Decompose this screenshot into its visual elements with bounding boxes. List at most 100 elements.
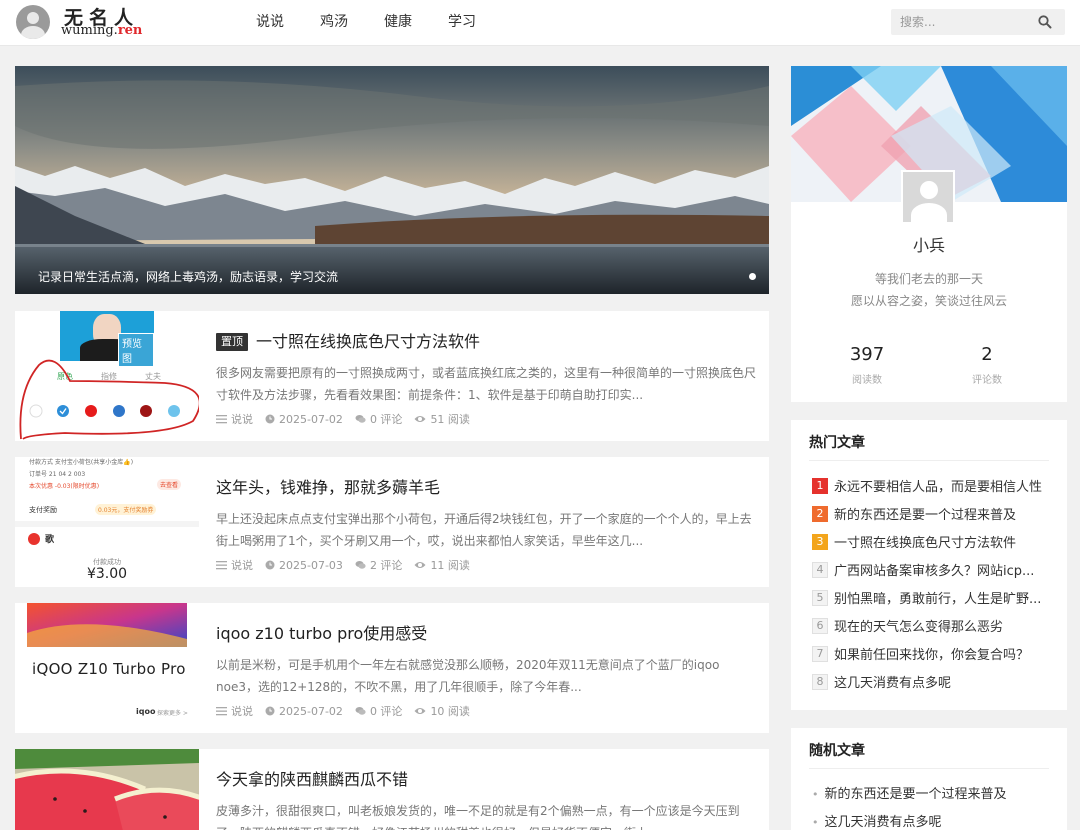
- reward-tag: 0.03元，支付奖励券: [95, 504, 157, 515]
- banner-slider[interactable]: 记录日常生活点滴，网络上毒鸡汤，励志语录，学习交流: [15, 66, 769, 294]
- payment-line: 订单号 21 04 2 003: [29, 471, 86, 478]
- search-box: [891, 9, 1065, 35]
- payment-success: 歌 付款成功 ¥3.00: [15, 527, 199, 587]
- stat-comments-number: 2: [981, 344, 993, 365]
- list-icon: [216, 707, 227, 716]
- search-input[interactable]: [891, 9, 1031, 35]
- view-tag: 去查看: [157, 479, 182, 490]
- hot-article-text: 广西网站备案审核多久？网站icp...: [834, 564, 1035, 579]
- hot-rank-badge: 5: [812, 589, 828, 606]
- clock-icon: [265, 414, 275, 424]
- article-card: 预览图 原色 指修 丈夫 置顶 一寸照在线换底色尺寸方法软件 很多网友需要把原有的…: [15, 311, 769, 441]
- hot-article-item[interactable]: 8 这几天消费有点多呢: [812, 672, 1052, 691]
- article-meta: 说说 2025-07-02 0 评论 10 阅读: [216, 703, 482, 719]
- banner-caption[interactable]: 记录日常生活点滴，网络上毒鸡汤，励志语录，学习交流: [38, 268, 338, 285]
- phone-banner-image: [27, 603, 187, 647]
- profile-card: 小兵 等我们老去的那一天 愿以从容之姿，笑谈过往风云 397 阅读数 2 评论数: [791, 66, 1067, 402]
- hot-article-item[interactable]: 6 现在的天气怎么变得那么恶劣: [812, 616, 1052, 635]
- article-excerpt: 皮薄多汁，很甜很爽口，叫老板娘发货的，唯一不足的就是有2个偏熟一点，有一个应该是…: [216, 804, 740, 830]
- hot-article-item[interactable]: 2 新的东西还是要一个过程来普及: [812, 504, 1052, 523]
- article-title[interactable]: 今天拿的陕西麒麟西瓜不错: [216, 766, 408, 790]
- hot-rank-badge: 7: [812, 645, 828, 662]
- profile-motto-line1: 等我们老去的那一天: [874, 272, 983, 286]
- views-text: 51 阅读: [430, 413, 470, 426]
- meta-comments[interactable]: 0 评论: [355, 411, 402, 427]
- hot-article-text: 别怕黑暗，勇敢前行，人生是旷野...: [834, 592, 1042, 607]
- stat-comments: 2 评论数: [937, 344, 1037, 386]
- nav-item-jiankang[interactable]: 健康: [384, 12, 412, 32]
- nav-item-shuoshuo[interactable]: 说说: [256, 12, 284, 32]
- comments-text: 2 评论: [369, 559, 403, 572]
- hot-article-item[interactable]: 1 永远不要相信人品，而是要相信人性: [812, 476, 1052, 495]
- random-articles-widget: 随机文章 新的东西还是要一个过程来普及这几天消费有点多呢: [791, 728, 1067, 830]
- comment-icon: [355, 561, 366, 569]
- nav-item-xuexi[interactable]: 学习: [448, 12, 476, 32]
- banner-dot-indicator[interactable]: [749, 273, 756, 280]
- article-card: iQOO Z10 Turbo Pro iqoo 探索更多 > iqoo z10 …: [15, 603, 769, 733]
- hot-article-text: 一寸照在线换底色尺寸方法软件: [834, 536, 1017, 551]
- phone-brand-text: iQOO Z10 Turbo Pro: [32, 660, 186, 678]
- payment-line: 支付奖励: [29, 506, 57, 514]
- category-text: 说说: [231, 413, 253, 426]
- meta-views: 10 阅读: [414, 703, 470, 719]
- clock-icon: [265, 706, 275, 716]
- profile-avatar[interactable]: [901, 170, 955, 224]
- random-article-item[interactable]: 新的东西还是要一个过程来普及: [812, 783, 1007, 802]
- article-title[interactable]: 这年头，钱难挣，那就多薅羊毛: [216, 474, 440, 498]
- random-articles-title: 随机文章: [809, 743, 865, 759]
- hot-article-item[interactable]: 5 别怕黑暗，勇敢前行，人生是旷野...: [812, 588, 1052, 607]
- nav-item-jitang[interactable]: 鸡汤: [320, 12, 348, 32]
- eye-icon: [414, 562, 426, 568]
- article-title[interactable]: iqoo z10 turbo pro使用感受: [216, 620, 427, 644]
- shop-name: 歌: [45, 535, 55, 545]
- hot-article-item[interactable]: 7 如果前任回来找你，你会复合吗？: [812, 644, 1052, 663]
- hot-article-text: 现在的天气怎么变得那么恶劣: [834, 620, 1004, 635]
- list-icon: [216, 415, 227, 424]
- random-article-item[interactable]: 这几天消费有点多呢: [812, 811, 942, 830]
- list-icon: [216, 561, 227, 570]
- site-header: 无名人 wuming.ren 说说 鸡汤 健康 学习: [0, 0, 1080, 46]
- date-text: 2025-07-03: [279, 558, 343, 572]
- hot-rank-badge: 1: [812, 477, 828, 494]
- hot-articles-title: 热门文章: [809, 435, 865, 451]
- widget-divider: [809, 460, 1049, 461]
- hot-article-text: 如果前任回来找你，你会复合吗？: [834, 648, 1030, 663]
- hot-rank-badge: 3: [812, 533, 828, 550]
- category-text: 说说: [231, 705, 253, 718]
- meta-views: 51 阅读: [414, 411, 470, 427]
- category-text: 说说: [231, 559, 253, 572]
- profile-name[interactable]: 小兵: [791, 232, 1067, 256]
- payment-details: 付款方式 支付宝小荷包(共享小金库👍) 订单号 21 04 2 003 本次优惠…: [15, 457, 199, 521]
- article-meta: 说说 2025-07-03 2 评论 11 阅读: [216, 557, 482, 573]
- article-thumbnail[interactable]: 付款方式 支付宝小荷包(共享小金库👍) 订单号 21 04 2 003 本次优惠…: [15, 457, 199, 587]
- meta-category[interactable]: 说说: [216, 411, 253, 427]
- meta-category[interactable]: 说说: [216, 557, 253, 573]
- views-text: 11 阅读: [430, 559, 470, 572]
- logo-domain[interactable]: wuming.ren: [61, 23, 142, 38]
- stat-reads: 397 阅读数: [817, 344, 917, 386]
- pinned-badge: 置顶: [216, 333, 248, 351]
- meta-date: 2025-07-02: [265, 705, 343, 718]
- logo-avatar-icon[interactable]: [16, 5, 50, 39]
- hot-rank-badge: 2: [812, 505, 828, 522]
- article-title[interactable]: 置顶 一寸照在线换底色尺寸方法软件: [216, 328, 480, 352]
- date-text: 2025-07-02: [279, 412, 343, 426]
- article-thumbnail[interactable]: iQOO Z10 Turbo Pro iqoo 探索更多 >: [15, 603, 199, 733]
- search-icon[interactable]: [1037, 14, 1053, 30]
- article-card: 付款方式 支付宝小荷包(共享小金库👍) 订单号 21 04 2 003 本次优惠…: [15, 457, 769, 587]
- views-text: 10 阅读: [430, 705, 470, 718]
- hot-article-item[interactable]: 3 一寸照在线换底色尺寸方法软件: [812, 532, 1052, 551]
- color-swatches: [19, 359, 199, 440]
- hot-article-item[interactable]: 4 广西网站备案审核多久？网站icp...: [812, 560, 1052, 579]
- meta-category[interactable]: 说说: [216, 703, 253, 719]
- logo-domain-main: wuming.: [61, 23, 118, 38]
- article-thumbnail[interactable]: [15, 749, 199, 830]
- article-thumbnail[interactable]: 预览图 原色 指修 丈夫: [15, 311, 199, 441]
- payment-line: 本次优惠 -0.03(限时优惠): [29, 483, 100, 490]
- eye-icon: [414, 416, 426, 422]
- article-excerpt: 很多网友需要把原有的一寸照换成两寸，或者蓝底换红底之类的，这里有一种很简单的一寸…: [216, 366, 756, 402]
- meta-comments[interactable]: 0 评论: [355, 703, 402, 719]
- meta-comments[interactable]: 2 评论: [355, 557, 403, 573]
- hot-rank-badge: 6: [812, 617, 828, 634]
- stat-reads-label: 阅读数: [852, 375, 882, 386]
